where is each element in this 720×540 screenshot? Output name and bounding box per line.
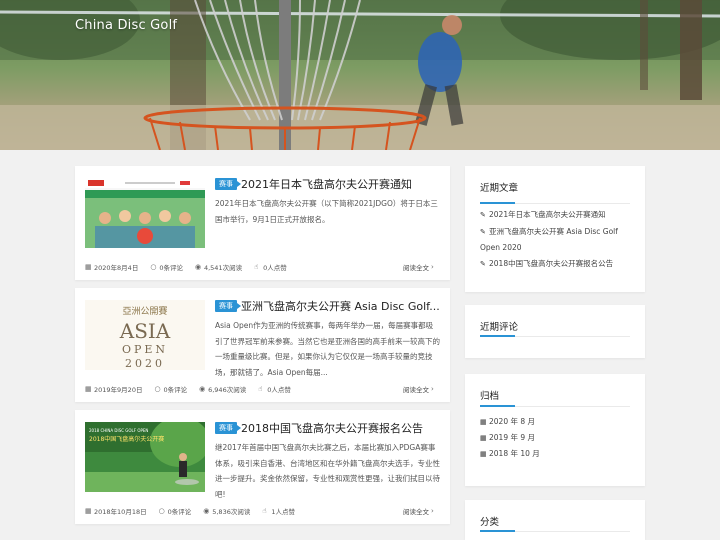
list-item[interactable]: ✎ 2018中国飞盘高尔夫公开赛报名公告 — [480, 256, 633, 273]
post-thumbnail[interactable]: 亞洲公開賽 ASIA OPEN 2020 — [85, 300, 205, 370]
eye-icon: ◉ — [194, 262, 202, 271]
chevron-right-icon: › — [431, 262, 434, 271]
thumbs-up-icon: ☝ — [254, 262, 259, 271]
recent-post-link[interactable]: 亚洲飞盘高尔夫公开赛 Asia Disc Golf Open 2020 — [480, 227, 618, 253]
thumbs-up-icon: ☝ — [262, 506, 267, 515]
view-count: 4,541次阅读 — [203, 264, 243, 272]
widget-title: 归档 — [480, 391, 500, 402]
chevron-right-icon: › — [431, 384, 434, 393]
like-count[interactable]: 1人点赞 — [271, 506, 295, 516]
view-count: 5,836次阅读 — [212, 508, 251, 516]
calendar-icon: ▦ — [85, 506, 92, 515]
post-thumbnail[interactable]: 2018 CHINA DISC GOLF OPEN 2018中国飞盘高尔夫公开赛 — [85, 422, 205, 492]
widget-recent-comments: 近期评论 — [465, 305, 645, 358]
comment-count[interactable]: 0条评论 — [159, 262, 183, 272]
read-more-label: 阅读全文 — [403, 386, 429, 394]
post-card: 亞洲公開賽 ASIA OPEN 2020 赛事 亚洲飞盘高尔夫公开赛 Asia … — [75, 288, 450, 402]
widget-archives: 归档 ▦ 2020 年 8 月 ▦ 2019 年 9 月 ▦ 2018 年 10 月 — [465, 374, 645, 486]
calendar-icon: ▦ — [480, 434, 487, 442]
thumbnail-image: 2018 CHINA DISC GOLF OPEN 2018中国飞盘高尔夫公开赛 — [85, 422, 205, 492]
eye-icon: ◉ — [199, 384, 206, 393]
list-item[interactable]: ▦ 2018 年 10 月 — [480, 446, 633, 462]
thumb-text-year: 2020 — [125, 357, 165, 370]
accent-underline — [480, 405, 515, 407]
comment-icon: ○ — [154, 384, 161, 393]
thumbnail-image — [85, 178, 205, 248]
list-item[interactable]: ▦ 2020 年 8 月 — [480, 414, 633, 430]
post-card: 赛事 2021年日本飞盘高尔夫公开赛通知 2021年日本飞盘高尔夫公开赛（以下简… — [75, 166, 450, 280]
calendar-icon: ▦ — [85, 384, 92, 393]
view-count: 6,946次阅读 — [208, 386, 247, 394]
archives-list: ▦ 2020 年 8 月 ▦ 2019 年 9 月 ▦ 2018 年 10 月 — [480, 414, 633, 462]
thumb-text-bottom: OPEN — [122, 343, 168, 356]
recent-posts-list: ✎ 2021年日本飞盘高尔夫公开赛通知 ✎ 亚洲飞盘高尔夫公开赛 Asia Disc… — [480, 207, 633, 272]
accent-underline — [480, 335, 515, 337]
calendar-icon: ▦ — [480, 450, 487, 458]
post-title[interactable]: 2018中国飞盘高尔夫公开赛报名公告 — [241, 420, 423, 436]
widget-title: 分类 — [480, 517, 500, 528]
thumbs-up-icon: ☝ — [258, 384, 263, 393]
post-date: 2019年9月20日 — [94, 386, 143, 394]
archive-link[interactable]: 2020 年 8 月 — [489, 417, 535, 426]
site-title[interactable]: China Disc Golf — [75, 18, 177, 33]
pencil-icon: ✎ — [480, 211, 486, 219]
pencil-icon: ✎ — [480, 259, 486, 268]
post-excerpt: 继2017年首届中国飞盘高尔夫比赛之后，本届比赛加入PDGA赛事体系，吸引来自香… — [215, 443, 440, 499]
archive-link[interactable]: 2019 年 9 月 — [489, 433, 535, 442]
category-badge[interactable]: 赛事 — [215, 178, 241, 190]
accent-underline — [480, 202, 515, 204]
hero-banner: China Disc Golf — [0, 0, 720, 150]
read-more-link[interactable]: 阅读全文 › — [403, 506, 440, 516]
thumb-text-mid: ASIA — [119, 319, 171, 343]
post-thumbnail[interactable] — [85, 178, 205, 248]
thumbnail-image: 亞洲公開賽 ASIA OPEN 2020 — [85, 300, 205, 370]
post-date: 2020年8月4日 — [94, 264, 139, 272]
comment-count[interactable]: 0条评论 — [168, 506, 192, 516]
post-date: 2018年10月18日 — [94, 508, 147, 516]
widget-title: 近期评论 — [480, 322, 519, 333]
like-count[interactable]: 0人点赞 — [267, 384, 291, 394]
recent-post-link[interactable]: 2021年日本飞盘高尔夫公开赛通知 — [489, 210, 606, 219]
read-more-label: 阅读全文 — [403, 264, 429, 272]
recent-post-link[interactable]: 2018中国飞盘高尔夫公开赛报名公告 — [489, 259, 613, 268]
pencil-icon: ✎ — [480, 227, 486, 236]
thumb-text-line1: 2018 CHINA DISC GOLF OPEN — [89, 428, 148, 433]
comment-icon: ○ — [150, 262, 157, 271]
post-meta: ▦ 2020年8月4日 ○ 0条评论 ◉ 4,541次阅读 ☝ 0人点赞 阅读全文 › — [85, 262, 440, 272]
accent-underline — [480, 530, 515, 532]
post-title[interactable]: 亚洲飞盘高尔夫公开赛 Asia Disc Golf... — [241, 298, 440, 314]
post-excerpt: 2021年日本飞盘高尔夫公开赛（以下简称2021JDGO）将于日本三国市举行，9… — [215, 199, 438, 224]
comment-icon: ○ — [158, 506, 165, 515]
post-title[interactable]: 2021年日本飞盘高尔夫公开赛通知 — [241, 176, 412, 192]
calendar-icon: ▦ — [85, 262, 92, 271]
archive-link[interactable]: 2018 年 10 月 — [489, 449, 540, 458]
widget-title: 近期文章 — [480, 183, 519, 194]
list-item[interactable]: ✎ 2021年日本飞盘高尔夫公开赛通知 — [480, 207, 633, 224]
calendar-icon: ▦ — [480, 418, 487, 426]
post-card: 2018 CHINA DISC GOLF OPEN 2018中国飞盘高尔夫公开赛… — [75, 410, 450, 524]
thumb-text-line2: 2018中国飞盘高尔夫公开赛 — [89, 435, 164, 443]
category-badge[interactable]: 赛事 — [215, 300, 241, 312]
list-item[interactable]: ✎ 亚洲飞盘高尔夫公开赛 Asia Disc Golf Open 2020 — [480, 224, 633, 256]
post-excerpt: Asia Open作为亚洲的传统赛事，每两年举办一届，每届赛事都吸引了世界冠军前… — [215, 321, 440, 377]
thumb-text-top: 亞洲公開賽 — [122, 305, 167, 317]
read-more-link[interactable]: 阅读全文 › — [403, 262, 440, 272]
post-meta: ▦ 2018年10月18日 ○ 0条评论 ◉ 5,836次阅读 ☝ 1人点赞 阅读全文 › — [85, 506, 440, 516]
eye-icon: ◉ — [203, 506, 210, 515]
read-more-link[interactable]: 阅读全文 › — [403, 384, 440, 394]
list-item[interactable]: ▦ 2019 年 9 月 — [480, 430, 633, 446]
widget-recent-posts: 近期文章 ✎ 2021年日本飞盘高尔夫公开赛通知 ✎ 亚洲飞盘高尔夫公开赛 Asia… — [465, 166, 645, 292]
widget-categories: 分类 — [465, 500, 645, 540]
category-badge[interactable]: 赛事 — [215, 422, 241, 434]
read-more-label: 阅读全文 — [403, 508, 429, 516]
chevron-right-icon: › — [431, 506, 434, 515]
comment-count[interactable]: 0条评论 — [163, 384, 187, 394]
post-meta: ▦ 2019年9月20日 ○ 0条评论 ◉ 6,946次阅读 ☝ 0人点赞 阅读全文 › — [85, 384, 440, 394]
like-count[interactable]: 0人点赞 — [263, 262, 287, 272]
